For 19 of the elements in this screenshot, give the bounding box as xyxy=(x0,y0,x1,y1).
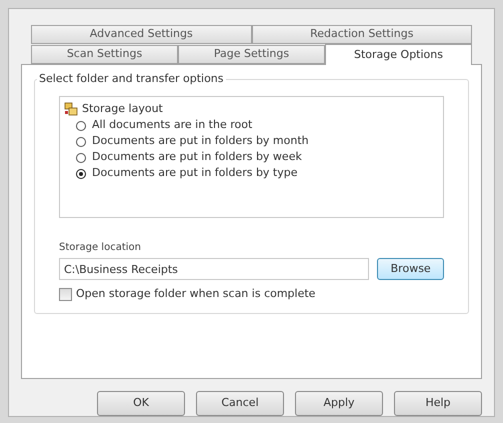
path-field[interactable]: C:\Business Receipts xyxy=(59,258,370,280)
field-label: Storage location xyxy=(59,241,142,255)
dialog-button[interactable]: Cancel xyxy=(196,391,284,416)
radio-option[interactable]: Documents are put in folders by week xyxy=(64,150,443,166)
group-title: Select folder and transfer options xyxy=(37,71,226,88)
dialog-button[interactable]: Help xyxy=(394,391,482,416)
radio-option[interactable]: Documents are put in folders by month xyxy=(64,134,443,150)
tab[interactable]: Scan Settings xyxy=(31,45,178,64)
radio-option[interactable]: All documents are in the root xyxy=(64,118,443,134)
radio-option[interactable]: Documents are put in folders by type xyxy=(64,166,443,182)
tab[interactable]: Redaction Settings xyxy=(252,25,472,44)
tree-label: Storage layout xyxy=(82,101,163,117)
checkbox-option[interactable]: Open storage folder when scan is complete xyxy=(59,286,444,302)
tab[interactable]: Page Settings xyxy=(178,45,325,64)
dialog-button[interactable]: Apply xyxy=(295,391,383,416)
tab[interactable]: Storage Options xyxy=(325,44,472,65)
browse-button[interactable]: Browse xyxy=(377,258,444,280)
dialog-button[interactable]: OK xyxy=(97,391,185,416)
tab[interactable]: Advanced Settings xyxy=(31,25,252,44)
